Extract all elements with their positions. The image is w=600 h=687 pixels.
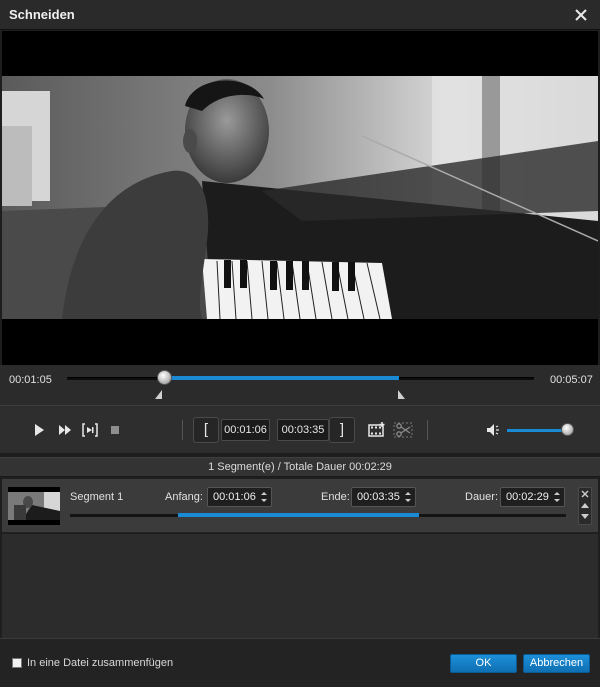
segment-tools (578, 487, 592, 525)
segment-end-stepper[interactable]: 00:03:35 (351, 487, 416, 507)
segment-summary: 1 Segment(e) / Totale Dauer 00:02:29 (0, 457, 600, 477)
fast-forward-icon[interactable] (56, 421, 74, 439)
merge-checkbox[interactable] (12, 658, 22, 668)
volume-slider-handle[interactable] (561, 423, 574, 436)
segment-thumbnail (8, 487, 60, 525)
divider (427, 420, 428, 440)
timeline-selection (165, 376, 399, 380)
start-time-field[interactable]: 00:01:06 (221, 419, 270, 441)
delete-icon[interactable] (581, 490, 589, 498)
current-time: 00:01:05 (9, 374, 52, 386)
segment-end-value: 00:03:35 (357, 491, 400, 503)
end-marker-handle[interactable] (397, 390, 405, 399)
speaker-icon[interactable] (485, 421, 503, 439)
stepper-arrows-icon[interactable] (260, 490, 268, 504)
footer: In eine Datei zusammenfügen OK Abbrechen (0, 638, 600, 687)
close-icon[interactable] (570, 4, 592, 26)
timeline: 00:01:05 00:05:07 (0, 365, 600, 405)
segment-start-value: 00:01:06 (213, 491, 256, 503)
start-marker-handle[interactable] (155, 390, 163, 399)
window-title: Schneiden (9, 7, 75, 22)
move-up-icon[interactable] (581, 503, 589, 508)
divider (182, 420, 183, 440)
move-down-icon[interactable] (581, 514, 589, 519)
segment-name: Segment 1 (70, 491, 124, 503)
cancel-button[interactable]: Abbrechen (523, 654, 590, 673)
scissors-icon[interactable] (393, 421, 413, 439)
end-time-field[interactable]: 00:03:35 (277, 419, 329, 441)
segment-start-label: Anfang: (165, 491, 203, 503)
segment-list-empty-area (2, 534, 598, 638)
set-end-button[interactable]: ] (329, 417, 355, 443)
play-icon[interactable] (30, 421, 48, 439)
volume-slider-track[interactable] (507, 429, 567, 432)
segment-duration-stepper[interactable]: 00:02:29 (500, 487, 565, 507)
playhead-handle[interactable] (157, 370, 173, 385)
film-add-icon[interactable] (367, 421, 385, 439)
segment-end-label: Ende: (321, 491, 350, 503)
merge-checkbox-label[interactable]: In eine Datei zusammenfügen (27, 657, 173, 669)
ok-button[interactable]: OK (450, 654, 517, 673)
video-preview (2, 31, 598, 365)
stop-icon[interactable] (107, 421, 125, 439)
segment-duration-value: 00:02:29 (506, 491, 549, 503)
title-bar: Schneiden (0, 0, 600, 30)
stepper-arrows-icon[interactable] (404, 490, 412, 504)
segment-start-stepper[interactable]: 00:01:06 (207, 487, 272, 507)
set-start-button[interactable]: [ (193, 417, 219, 443)
controls-bar: [ 00:01:06 00:03:35 ] (0, 405, 600, 453)
stepper-arrows-icon[interactable] (553, 490, 561, 504)
segment-selection (178, 513, 419, 517)
frame-step-icon[interactable] (81, 421, 99, 439)
segment-duration-label: Dauer: (465, 491, 499, 503)
segment-row[interactable]: Segment 1 Anfang: 00:01:06 Ende: 00:03:3… (2, 479, 598, 533)
total-time: 00:05:07 (550, 374, 593, 386)
